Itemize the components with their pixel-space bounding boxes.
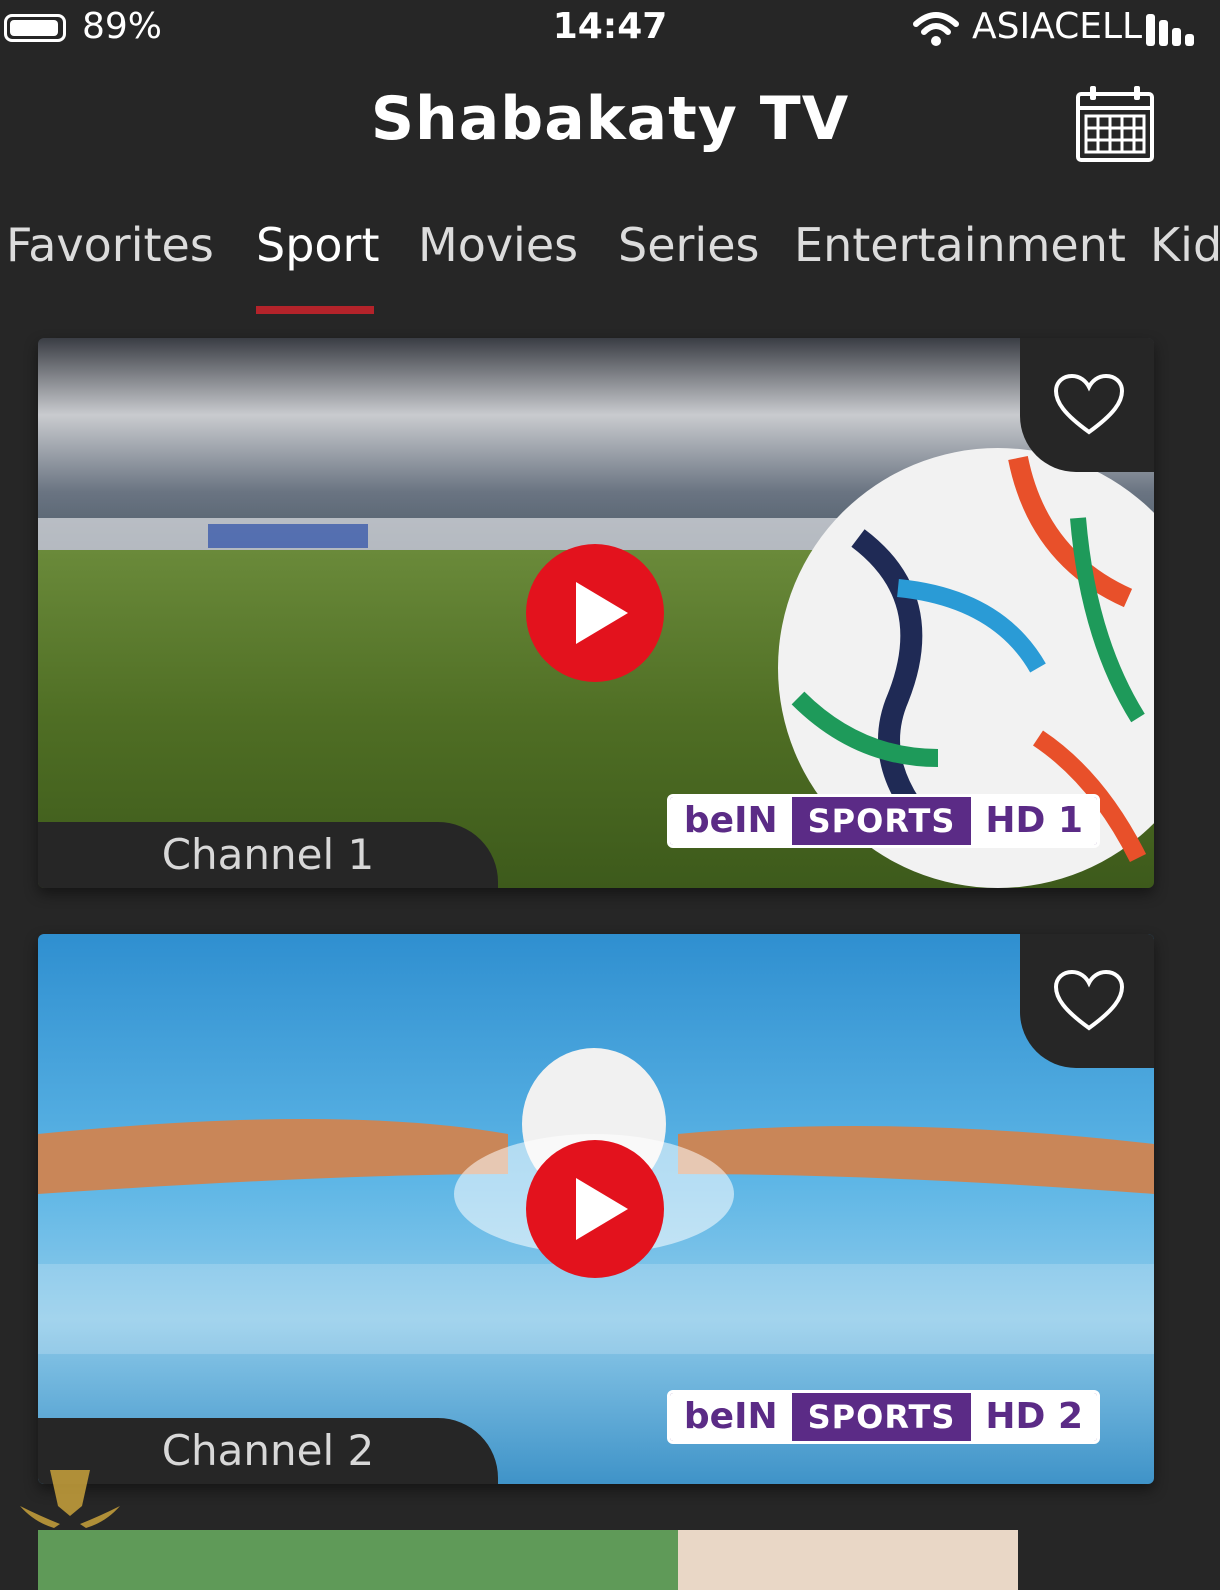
tab-kids[interactable]: Kid <box>1150 218 1220 272</box>
channel-name: Channel 1 <box>161 830 375 879</box>
heart-icon <box>1054 374 1124 435</box>
channel-logo: beIN SPORTS HD 1 <box>666 794 1100 848</box>
status-bar: 89% 14:47 ASIACELL <box>0 0 1220 64</box>
play-button[interactable] <box>526 1140 664 1278</box>
logo-word: SPORTS <box>807 802 956 840</box>
heart-icon <box>1054 970 1124 1031</box>
logo-hd: HD 1 <box>971 797 1097 845</box>
calendar-icon[interactable] <box>1074 84 1156 164</box>
app-title: Shabakaty TV <box>370 84 850 154</box>
wifi-icon <box>913 12 959 46</box>
logo-brand: beIN <box>669 1393 792 1441</box>
card-thumbnail <box>38 1530 1154 1590</box>
favorite-toggle[interactable] <box>1020 934 1154 1068</box>
channel-card-2[interactable]: beIN SPORTS HD 2 Channel 2 <box>38 934 1154 1484</box>
tab-favorites[interactable]: Favorites <box>6 218 214 272</box>
channel-logo: beIN SPORTS HD 2 <box>666 1390 1100 1444</box>
channel-card-1[interactable]: beIN SPORTS HD 1 Channel 1 <box>38 338 1154 888</box>
tab-movies[interactable]: Movies <box>418 218 578 272</box>
play-icon <box>576 582 628 644</box>
play-icon <box>576 1178 628 1240</box>
channel-card-3[interactable] <box>38 1530 1154 1590</box>
tab-series[interactable]: Series <box>618 218 759 272</box>
signal-icon <box>1146 14 1194 46</box>
play-button[interactable] <box>526 544 664 682</box>
carrier-name: ASIACELL <box>972 6 1143 47</box>
active-tab-indicator <box>256 306 374 314</box>
tab-sport[interactable]: Sport <box>256 218 380 272</box>
channel-name-plate: Channel 1 <box>38 822 498 888</box>
logo-word: SPORTS <box>807 1398 956 1436</box>
tab-entertainment[interactable]: Entertainment <box>794 218 1126 272</box>
logo-brand: beIN <box>669 797 792 845</box>
forum-watermark-icon <box>20 1470 120 1528</box>
favorite-toggle[interactable] <box>1020 338 1154 472</box>
category-tabs: Favorites Sport Movies Series Entertainm… <box>0 218 1220 318</box>
logo-hd: HD 2 <box>971 1393 1097 1441</box>
